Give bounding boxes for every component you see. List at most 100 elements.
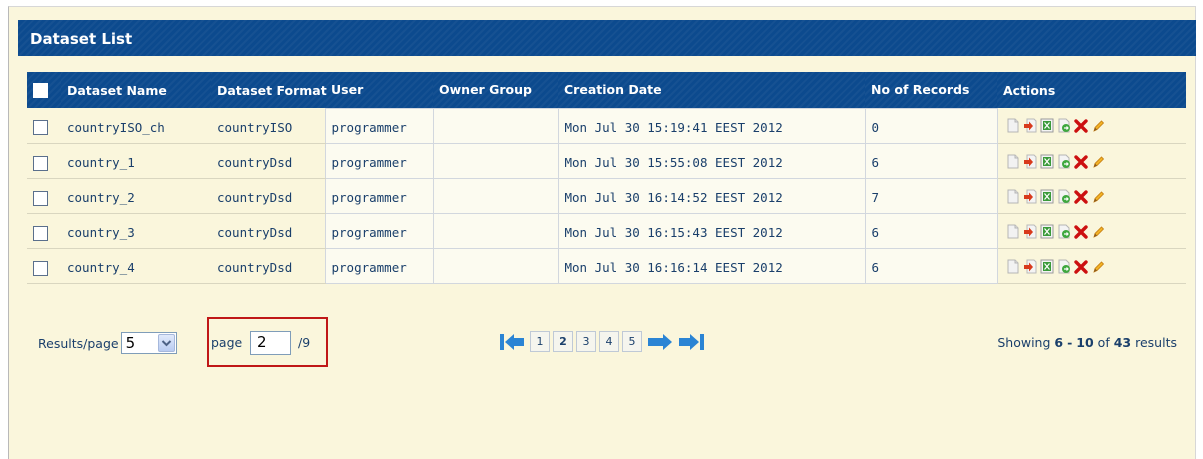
edit-icon[interactable] <box>1091 154 1105 172</box>
dataset-format-cell: countryISO <box>211 108 325 144</box>
excel-icon[interactable] <box>1040 189 1054 207</box>
last-page-icon[interactable] <box>678 332 708 352</box>
table-header-row: Dataset Name Dataset Format User Owner G… <box>27 72 1186 108</box>
dataset-name-cell[interactable]: country_4 <box>61 248 211 284</box>
dataset-name-cell[interactable]: country_2 <box>61 178 211 214</box>
excel-icon[interactable] <box>1040 118 1054 136</box>
chevron-down-icon[interactable] <box>157 334 175 352</box>
edit-icon[interactable] <box>1091 189 1105 207</box>
edit-icon[interactable] <box>1091 224 1105 242</box>
delete-icon[interactable] <box>1073 189 1088 207</box>
select-all-checkbox[interactable] <box>33 83 48 98</box>
go-icon[interactable] <box>1057 118 1071 136</box>
next-page-icon[interactable] <box>645 332 675 352</box>
row-checkbox[interactable] <box>33 155 48 171</box>
no-of-records-cell: 6 <box>864 212 998 249</box>
delete-icon[interactable] <box>1073 118 1088 136</box>
row-checkbox[interactable] <box>33 225 48 241</box>
view-document-icon[interactable] <box>1006 154 1020 172</box>
excel-icon[interactable] <box>1040 224 1054 242</box>
row-select-cell[interactable] <box>27 178 61 214</box>
row-select-cell[interactable] <box>27 213 61 249</box>
go-icon[interactable] <box>1057 224 1071 242</box>
delete-icon[interactable] <box>1073 224 1088 242</box>
page-button[interactable]: 4 <box>599 331 619 352</box>
edit-icon[interactable] <box>1091 118 1105 136</box>
creation-date-cell: Mon Jul 30 16:16:14 EEST 2012 <box>557 247 866 284</box>
owner-group-cell <box>432 107 559 144</box>
creation-date-cell: Mon Jul 30 16:14:52 EEST 2012 <box>557 177 866 214</box>
results-per-page-select[interactable]: 5 <box>120 332 177 354</box>
row-actions <box>1004 259 1187 277</box>
view-document-icon[interactable] <box>1006 118 1020 136</box>
view-document-icon[interactable] <box>1006 224 1020 242</box>
page-button[interactable]: 1 <box>530 331 550 352</box>
actions-cell <box>997 213 1186 249</box>
row-actions <box>1004 154 1187 172</box>
select-all-cell[interactable] <box>27 72 61 108</box>
dataset-format-cell: countryDsd <box>211 143 325 179</box>
dataset-name-cell[interactable]: country_3 <box>61 213 211 249</box>
owner-group-cell <box>432 142 559 179</box>
col-owner-group[interactable]: Owner Group <box>433 72 558 108</box>
excel-icon[interactable] <box>1040 259 1054 277</box>
row-select-cell[interactable] <box>27 108 61 144</box>
page-button[interactable]: 5 <box>622 331 642 352</box>
owner-group-cell <box>432 247 559 284</box>
go-icon[interactable] <box>1057 154 1071 172</box>
first-page-icon[interactable] <box>497 332 527 352</box>
go-icon[interactable] <box>1057 189 1071 207</box>
results-per-page-value: 5 <box>125 334 136 352</box>
excel-icon[interactable] <box>1040 154 1054 172</box>
table-row[interactable]: country_1 countryDsd programmer Mon Jul 30 … <box>27 142 1187 179</box>
table-row[interactable]: country_2 countryDsd programmer Mon Jul 30 … <box>27 177 1186 214</box>
no-of-records-cell: 6 <box>864 142 998 179</box>
table-row[interactable]: country_3 countryDsd programmer Mon Jul 30 … <box>27 212 1186 249</box>
col-no-of-records[interactable]: No of Records <box>865 72 997 108</box>
dataset-format-cell: countryDsd <box>211 178 325 214</box>
export-icon[interactable] <box>1023 189 1037 207</box>
page-total: /9 <box>298 335 311 350</box>
page-button[interactable]: 3 <box>576 331 596 352</box>
export-icon[interactable] <box>1023 224 1037 242</box>
page-button[interactable]: 2 <box>553 331 573 352</box>
edit-icon[interactable] <box>1091 259 1105 277</box>
row-checkbox[interactable] <box>33 260 48 276</box>
export-icon[interactable] <box>1023 259 1037 277</box>
row-select-cell[interactable] <box>27 248 61 284</box>
table-row[interactable]: country_4 countryDsd programmer Mon Jul 30 … <box>27 247 1187 284</box>
no-of-records-cell: 7 <box>864 177 998 214</box>
export-icon[interactable] <box>1023 154 1037 172</box>
creation-date-cell: Mon Jul 30 15:19:41 EEST 2012 <box>557 107 866 144</box>
table-row[interactable]: countryISO_ch countryISO programmer Mon Jul… <box>27 107 1186 144</box>
col-user[interactable]: User <box>325 72 433 108</box>
showing-total: 43 <box>1113 335 1132 350</box>
row-select-cell[interactable] <box>27 143 61 179</box>
dataset-name-cell[interactable]: countryISO_ch <box>61 108 211 144</box>
view-document-icon[interactable] <box>1006 259 1020 277</box>
col-dataset-name[interactable]: Dataset Name <box>61 72 211 108</box>
user-cell: programmer <box>324 107 434 144</box>
panel-title: Dataset List <box>18 20 1196 56</box>
row-checkbox[interactable] <box>33 120 48 136</box>
showing-prefix: Showing <box>997 335 1051 350</box>
results-summary: Showing 6 - 10 of 43 results <box>997 335 1177 350</box>
go-icon[interactable] <box>1057 259 1071 277</box>
view-document-icon[interactable] <box>1006 189 1020 207</box>
row-checkbox[interactable] <box>33 190 48 206</box>
delete-icon[interactable] <box>1073 259 1088 277</box>
page-label: page <box>211 335 243 350</box>
results-per-page-control: Results/page 5 <box>38 332 177 354</box>
col-creation-date[interactable]: Creation Date <box>558 72 865 108</box>
export-icon[interactable] <box>1023 118 1037 136</box>
no-of-records-cell: 6 <box>864 247 998 284</box>
creation-date-cell: Mon Jul 30 16:15:43 EEST 2012 <box>557 212 866 249</box>
user-cell: programmer <box>324 212 434 249</box>
dataset-format-cell: countryDsd <box>211 213 325 249</box>
delete-icon[interactable] <box>1073 154 1088 172</box>
page-number-input[interactable]: 2 <box>250 331 291 355</box>
actions-cell <box>997 178 1186 214</box>
showing-of: of <box>1097 335 1110 350</box>
col-dataset-format[interactable]: Dataset Format <box>211 72 327 108</box>
dataset-name-cell[interactable]: country_1 <box>61 143 211 179</box>
